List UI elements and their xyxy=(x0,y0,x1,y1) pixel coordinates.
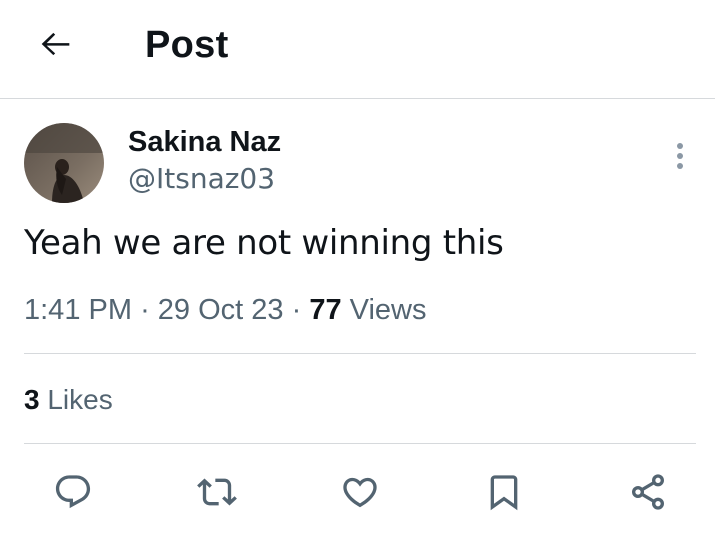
likes-count: 3 xyxy=(24,384,40,415)
share-button[interactable] xyxy=(626,470,670,514)
bookmark-icon xyxy=(490,475,518,511)
likes-label: Likes xyxy=(47,384,113,415)
like-icon xyxy=(343,477,377,508)
views-count[interactable]: 77 xyxy=(309,294,341,326)
bookmark-button[interactable] xyxy=(482,470,526,514)
author-display-name[interactable]: Sakina Naz xyxy=(128,126,281,159)
post-date: 29 Oct 23 xyxy=(157,294,284,326)
like-button[interactable] xyxy=(338,470,382,514)
back-button[interactable] xyxy=(34,24,78,64)
share-icon xyxy=(632,474,664,510)
author-handle[interactable]: @Itsnaz03 xyxy=(128,162,275,195)
post-text: Yeah we are not winning this xyxy=(24,223,504,263)
divider xyxy=(24,353,696,354)
meta-separator: · xyxy=(291,294,310,326)
divider xyxy=(24,443,696,444)
reply-button[interactable] xyxy=(51,470,95,514)
avatar[interactable] xyxy=(24,123,104,203)
repost-icon xyxy=(197,478,237,506)
more-vertical-icon xyxy=(677,143,683,169)
reply-icon xyxy=(55,475,91,509)
post-meta: 1:41 PM · 29 Oct 23 · 77 Views xyxy=(24,294,426,327)
repost-button[interactable] xyxy=(195,470,239,514)
top-bar: Post xyxy=(0,0,715,99)
post-time: 1:41 PM xyxy=(24,294,132,326)
page-title: Post xyxy=(145,24,229,66)
more-options-button[interactable] xyxy=(664,138,696,174)
avatar-photo xyxy=(24,123,104,203)
arrow-left-icon xyxy=(41,32,70,56)
meta-separator: · xyxy=(140,294,158,326)
views-label[interactable]: Views xyxy=(350,294,427,326)
likes-stat[interactable]: 3 Likes xyxy=(24,384,113,416)
